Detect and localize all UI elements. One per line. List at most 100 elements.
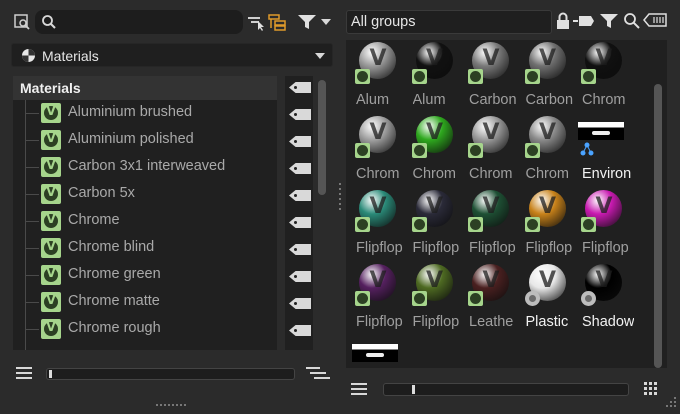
material-name: Chrom (525, 166, 570, 182)
materials-tree: Materials V Aluminium brushed V Aluminium p… (13, 76, 277, 350)
material-thumbnail[interactable]: V Flipflop (352, 264, 408, 336)
tag-icon[interactable] (289, 190, 311, 201)
material-badge-icon (524, 291, 540, 306)
tag-icon[interactable] (289, 109, 311, 120)
filter-dropdown-icon[interactable] (319, 10, 333, 34)
material-thumbnail[interactable]: V Flipflop (522, 190, 578, 262)
tree-item[interactable]: V Chrome (13, 208, 277, 235)
material-thumbnail[interactable]: V Flipflop (352, 190, 408, 262)
slider-knob[interactable] (49, 370, 52, 378)
filter-icon[interactable] (599, 12, 619, 33)
tag-icon[interactable] (573, 14, 595, 31)
groups-field[interactable]: All groups (346, 10, 552, 34)
search-layout-icon[interactable] (12, 10, 32, 34)
material-thumbnail[interactable]: V Carbon (465, 42, 521, 114)
material-icon: V (41, 265, 61, 285)
material-thumbnail[interactable] (352, 338, 408, 368)
tree-scrollbar[interactable] (318, 80, 326, 195)
tag-column (285, 76, 313, 350)
material-thumbnail[interactable]: V Leathe (465, 264, 521, 336)
select-tool-icon[interactable] (246, 10, 266, 34)
materials-tree-panel: Materials Materials V Aluminium brushed V A… (0, 0, 340, 414)
environment-icon (580, 142, 594, 156)
material-thumbnail[interactable]: V Alum (409, 42, 465, 114)
material-name: Chrom (469, 166, 513, 182)
thumbnail-size-slider[interactable] (46, 368, 295, 380)
material-badge-icon (581, 69, 596, 84)
dropdown-label: Materials (42, 48, 99, 64)
tree-item[interactable]: V Aluminium polished (13, 127, 277, 154)
tag-icon[interactable] (289, 82, 311, 93)
list-view-icon[interactable] (306, 366, 330, 385)
material-icon: V (41, 184, 61, 204)
tree-connector (25, 275, 39, 276)
tag-list-icon[interactable] (643, 13, 667, 30)
category-dropdown[interactable]: Materials (11, 43, 333, 67)
tree-item-label: Chrome blind (68, 239, 155, 255)
material-name: Flipflop (525, 240, 573, 256)
material-name: Shadow (582, 314, 634, 330)
material-thumbnail[interactable]: V Shadow (578, 264, 634, 336)
tag-icon[interactable] (289, 217, 311, 228)
tree-item-label: Chrome rough (68, 320, 161, 336)
tree-item-label: Carbon 3x1 interweaved (68, 158, 226, 174)
material-badge-icon (524, 217, 540, 232)
material-thumbnail[interactable]: Environ (578, 116, 634, 188)
material-thumbnail[interactable]: V Alum (352, 42, 408, 114)
tag-icon[interactable] (289, 271, 311, 282)
tree-item-label: Chrome (68, 212, 120, 228)
material-thumbnail[interactable]: V Chrom (465, 116, 521, 188)
search-input[interactable] (35, 10, 243, 34)
material-thumbnail[interactable]: V Chrom (409, 116, 465, 188)
material-icon: V (41, 292, 61, 312)
material-thumbnail[interactable]: V Chrom (352, 116, 408, 188)
thumbnail-size-slider[interactable] (383, 383, 629, 396)
material-name: Alum (412, 92, 446, 108)
lock-icon[interactable] (556, 12, 570, 33)
search-icon[interactable] (623, 12, 641, 33)
tree-item[interactable]: V Carbon 3x1 interweaved (13, 154, 277, 181)
tag-icon[interactable] (289, 325, 311, 336)
tree-item[interactable]: V Aluminium brushed (13, 100, 277, 127)
tag-icon[interactable] (289, 136, 311, 147)
material-name: Chrom (356, 166, 400, 182)
panel-resize-grip[interactable] (156, 393, 188, 406)
tree-connector (25, 329, 39, 330)
tree-item[interactable]: V Chrome rough (13, 316, 277, 343)
material-name: Flipflop (412, 314, 460, 330)
grid-view-icon[interactable] (643, 381, 659, 400)
material-icon: V (41, 130, 61, 150)
material-badge-icon (411, 217, 427, 232)
material-thumbnail[interactable]: V Flipflop (465, 190, 521, 262)
tag-icon[interactable] (289, 244, 311, 255)
tree-item-label: Chrome matte (68, 293, 160, 309)
material-thumbnail[interactable]: V Carbon (522, 42, 578, 114)
filter-icon[interactable] (296, 10, 318, 34)
material-icon: V (41, 157, 61, 177)
material-thumbnail[interactable]: V Chrom (522, 116, 578, 188)
tree-structure-icon[interactable] (267, 10, 287, 34)
material-thumbnail[interactable]: V Flipflop (409, 190, 465, 262)
tag-icon[interactable] (289, 298, 311, 309)
tree-item-label: Aluminium brushed (68, 104, 193, 120)
tree-item[interactable]: V Carbon 5x (13, 181, 277, 208)
grid-scrollbar[interactable] (654, 84, 662, 368)
material-badge-icon (355, 291, 370, 306)
slider-knob[interactable] (412, 385, 415, 394)
tag-icon[interactable] (289, 163, 311, 174)
material-thumbnail[interactable]: V Chrom (578, 42, 634, 114)
menu-icon[interactable] (16, 366, 34, 383)
material-name: Plastic (525, 314, 569, 330)
material-thumbnail[interactable]: V Flipflop (409, 264, 465, 336)
material-badge-icon (468, 291, 483, 306)
menu-icon[interactable] (351, 382, 369, 399)
tree-item[interactable]: V Chrome blind (13, 235, 277, 262)
tree-item[interactable]: V Chrome green (13, 262, 277, 289)
tree-item[interactable]: V Chrome matte (13, 289, 277, 316)
material-thumbnail[interactable]: V Plastic (522, 264, 578, 336)
resize-corner-icon[interactable] (665, 395, 677, 411)
material-name: Carbon (525, 92, 574, 108)
material-badge-icon (468, 69, 483, 84)
material-thumbnail[interactable]: V Flipflop (578, 190, 634, 262)
tree-header[interactable]: Materials (13, 76, 277, 100)
